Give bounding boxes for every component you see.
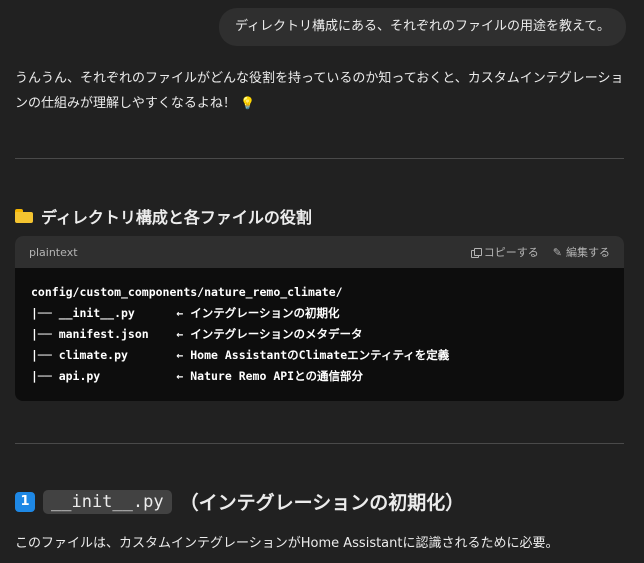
pencil-icon: ✎ bbox=[552, 245, 562, 259]
inline-code-filename: __init__.py bbox=[43, 489, 172, 514]
code-line: |── api.py ← Nature Remo APIとの通信部分 bbox=[31, 369, 363, 383]
intro-paragraph: うんうん、それぞれのファイルがどんな役割を持っているのか知っておくと、カスタムイ… bbox=[15, 66, 627, 116]
edit-label: 編集する bbox=[566, 246, 610, 259]
code-language-label: plaintext bbox=[29, 245, 78, 259]
section-heading-init: 1 __init__.py （インテグレーションの初期化） bbox=[15, 488, 464, 515]
code-body: config/custom_components/nature_remo_cli… bbox=[15, 268, 624, 401]
section-heading-text: ディレクトリ構成と各ファイルの役割 bbox=[41, 208, 312, 227]
code-line: |── manifest.json ← インテグレーションのメタデータ bbox=[31, 327, 363, 341]
keycap-number-icon: 1 bbox=[15, 491, 35, 512]
edit-button[interactable]: ✎ 編集する bbox=[553, 244, 610, 260]
code-line: config/custom_components/nature_remo_cli… bbox=[31, 285, 343, 299]
section-heading-directory: ディレクトリ構成と各ファイルの役割 bbox=[15, 204, 312, 228]
code-actions: コピーする ✎ 編集する bbox=[470, 244, 610, 260]
code-block-header: plaintext コピーする ✎ 編集する bbox=[15, 236, 624, 268]
copy-icon bbox=[470, 247, 482, 258]
init-description: このファイルは、カスタムインテグレーションがHome Assistantに認識さ… bbox=[15, 536, 559, 551]
intro-text: うんうん、それぞれのファイルがどんな役割を持っているのか知っておくと、カスタムイ… bbox=[15, 71, 624, 111]
section-heading-text: （インテグレーションの初期化） bbox=[179, 492, 465, 514]
divider bbox=[15, 443, 624, 444]
folder-icon bbox=[15, 209, 33, 223]
code-line: |── __init__.py ← インテグレーションの初期化 bbox=[31, 306, 340, 320]
copy-label: コピーする bbox=[483, 246, 539, 259]
code-block: plaintext コピーする ✎ 編集する config/custom_com… bbox=[15, 236, 624, 401]
divider bbox=[15, 158, 624, 159]
lightbulb-icon: 💡 bbox=[240, 96, 255, 110]
user-message-bubble: ディレクトリ構成にある、それぞれのファイルの用途を教えて。 bbox=[218, 8, 626, 46]
code-line: |── climate.py ← Home AssistantのClimateエ… bbox=[31, 348, 450, 362]
copy-button[interactable]: コピーする bbox=[470, 244, 539, 260]
